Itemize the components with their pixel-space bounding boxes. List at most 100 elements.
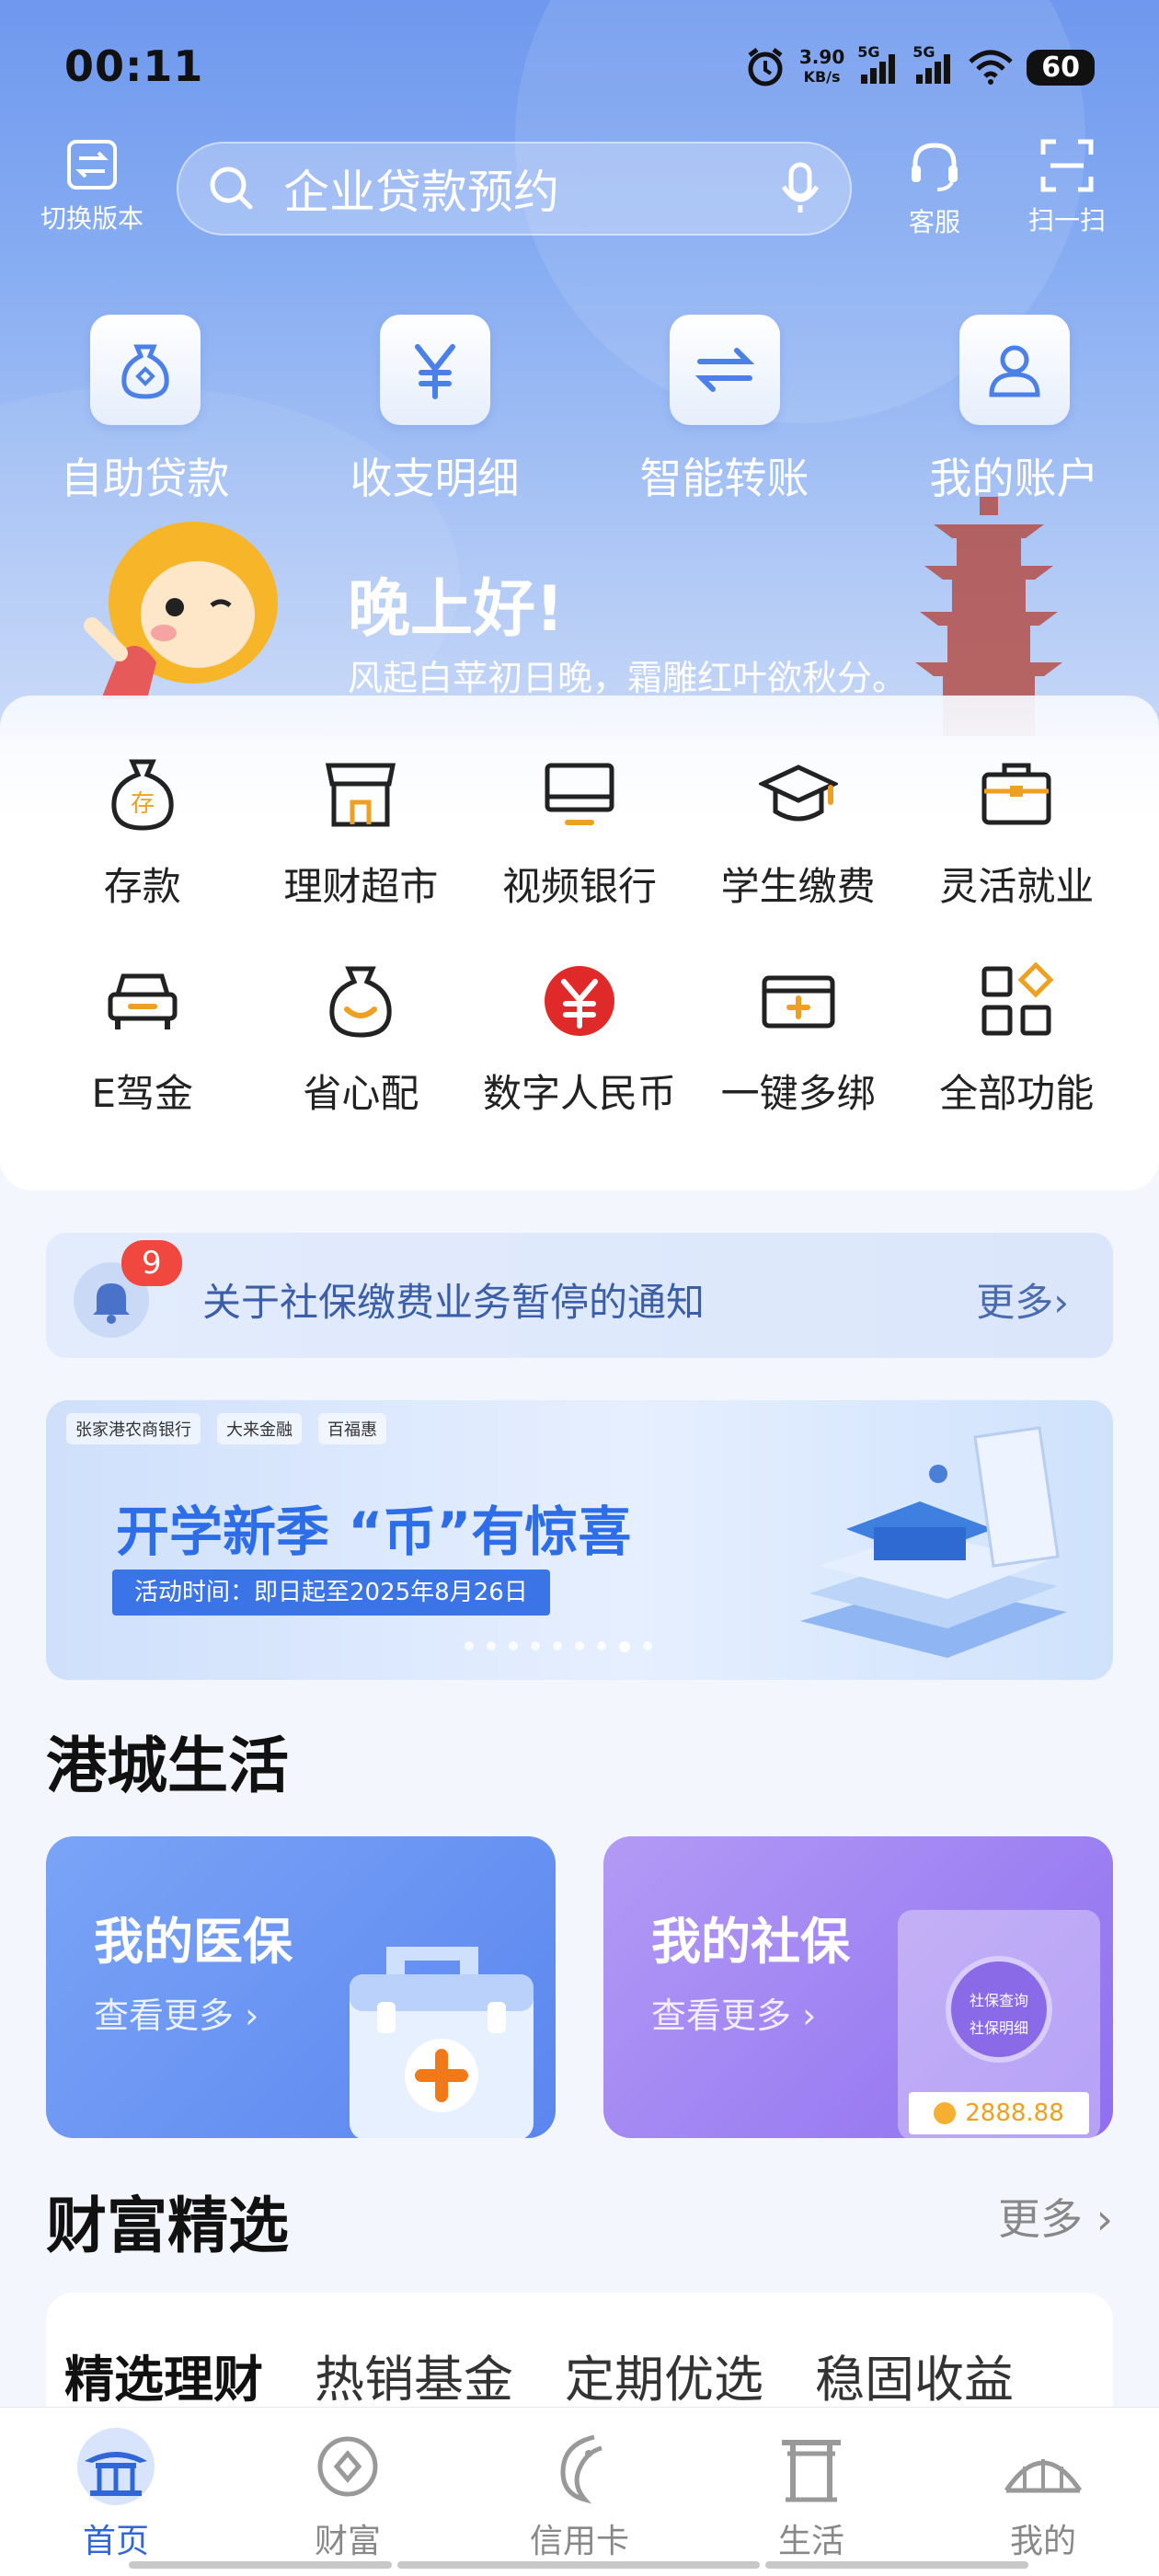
quick-action-self-loan[interactable]: 自助贷款: [0, 315, 290, 508]
tab-hot-funds[interactable]: 热销基金: [315, 2339, 513, 2411]
money-bag-icon: [120, 344, 169, 399]
mascot-illustration: [84, 522, 278, 699]
function-video-bank[interactable]: 视频银行: [470, 754, 689, 912]
microphone-icon[interactable]: [778, 161, 822, 216]
banner-headline: 开学新季 “币”有惊喜: [116, 1501, 632, 1563]
quick-action-label: 自助贷款: [60, 454, 230, 503]
function-label: 省心配: [303, 1071, 419, 1116]
function-all[interactable]: 全部功能: [907, 961, 1126, 1119]
wealth-section-title: 财富精选: [46, 2191, 289, 2261]
notice-more-link[interactable]: 更多›: [976, 1271, 1069, 1328]
social-insurance-illustration: 社保查询 社保明细 2888.88: [898, 1910, 1100, 2138]
tab-stable-income[interactable]: 稳固收益: [815, 2339, 1014, 2411]
card-title: 我的医保: [94, 1913, 293, 1971]
notice-bar[interactable]: 9 关于社保缴费业务暂停的通知 更多›: [46, 1233, 1113, 1358]
quick-action-tile: [958, 315, 1070, 425]
carousel-dot: [597, 1641, 606, 1650]
graduation-cap-icon: [758, 765, 838, 822]
quick-action-statement[interactable]: 收支明细: [290, 315, 580, 508]
switch-version-button[interactable]: 切换版本: [28, 138, 156, 236]
top-bar: 切换版本 企业贷款预约 客服 扫一扫: [0, 138, 1159, 248]
user-icon: [988, 345, 1040, 397]
life-section-title: 港城生活: [46, 1731, 289, 1801]
search-icon: [210, 167, 253, 210]
home-pavilion-icon: [77, 2428, 155, 2505]
nav-life[interactable]: 生活: [695, 2408, 927, 2576]
amount-value: 2888.88: [965, 2099, 1064, 2127]
card-subtitle: 查看更多 ›: [94, 1995, 259, 2036]
carousel-dot: [619, 1641, 630, 1652]
brand-logo-text: 大来金融: [217, 1413, 302, 1444]
net-type-2: 5G: [912, 43, 935, 61]
wifi-icon: [969, 50, 1013, 85]
function-label: 一键多绑: [720, 1071, 876, 1116]
bell-icon: [93, 1283, 130, 1324]
notice-count-badge: 9: [121, 1240, 182, 1286]
carousel-dot: [553, 1641, 562, 1650]
credit-card-fish-icon: [560, 2434, 602, 2504]
promo-banner[interactable]: 张家港农商银行 大来金融 百福惠 开学新季 “币”有惊喜 活动时间：即日起至20…: [46, 1400, 1113, 1680]
carousel-dot: [465, 1641, 474, 1650]
card-plus-icon: [762, 975, 835, 1029]
deposit-bag-icon: 存: [111, 759, 174, 831]
signal-1: 5G: [857, 43, 900, 86]
nav-credit-card[interactable]: 信用卡: [464, 2408, 695, 2576]
car-icon: [108, 973, 178, 1029]
function-deposit[interactable]: 存 存款: [33, 754, 252, 912]
status-icons: 3.90 KB/s 5G 5G 60: [744, 43, 1095, 88]
smile-bag-icon: [329, 966, 392, 1038]
scan-label: 扫一扫: [1027, 205, 1106, 236]
brand-logo-text: 张家港农商银行: [66, 1413, 201, 1444]
speed-value: 3.90: [798, 46, 845, 68]
signal-2: 5G: [912, 43, 955, 86]
greeting-poem: 风起白苹初日晚，霜雕红叶欲秋分。: [348, 658, 908, 698]
function-label: 视频银行: [501, 864, 657, 909]
function-label: 全部功能: [939, 1071, 1095, 1116]
function-digital-rmb[interactable]: 数字人民币: [470, 961, 689, 1119]
stamp-text-query: 社保查询: [969, 1992, 1028, 2009]
status-bar: 00:11 3.90 KB/s 5G 5G 60: [0, 0, 1159, 138]
quick-actions: 自助贷款 收支明细 智能转账 我的账户: [0, 315, 1159, 508]
function-label: 理财超市: [283, 864, 439, 909]
yuan-icon: [414, 344, 455, 399]
customer-service-button[interactable]: 客服: [870, 138, 999, 239]
greeting-title: 晚上好!: [348, 573, 565, 646]
scan-button[interactable]: 扫一扫: [1003, 138, 1131, 237]
function-label: 数字人民币: [482, 1071, 676, 1116]
function-label: 学生缴费: [720, 864, 876, 909]
quick-action-transfer[interactable]: 智能转账: [580, 315, 869, 508]
tab-featured[interactable]: 精选理财: [64, 2339, 263, 2411]
speed-unit: KB/s: [803, 68, 841, 86]
nav-home[interactable]: 首页: [0, 2408, 232, 2576]
nav-mine[interactable]: 我的: [927, 2408, 1159, 2576]
function-label: 灵活就业: [939, 864, 1095, 909]
function-student-fee[interactable]: 学生缴费: [689, 754, 908, 912]
function-easy-match[interactable]: 省心配: [252, 961, 471, 1119]
grid-icon: [981, 961, 1054, 1036]
notice-text: 关于社保缴费业务暂停的通知: [202, 1280, 706, 1325]
switch-version-label: 切换版本: [40, 203, 143, 234]
social-insurance-card[interactable]: 我的社保 查看更多 › 社保查询 社保明细 2888.88: [603, 1836, 1113, 2138]
switch-icon: [67, 140, 117, 190]
wealth-tabs: 精选理财 热销基金 定期优选 稳固收益: [64, 2339, 1014, 2411]
stamp-text-detail: 社保明细: [969, 2019, 1028, 2037]
wealth-more-link[interactable]: 更多 ›: [998, 2186, 1113, 2247]
quick-action-my-account[interactable]: 我的账户: [869, 315, 1159, 508]
function-one-key-bind[interactable]: 一键多绑: [689, 961, 908, 1119]
tab-fixed-term[interactable]: 定期优选: [565, 2339, 763, 2411]
function-grid: 存 存款 理财超市 视频银行 学生缴费 灵活就业 E驾金 省心配 数字人民币 一…: [33, 754, 1126, 1119]
function-flexible-employment[interactable]: 灵活就业: [907, 754, 1126, 912]
card-subtitle: 查看更多 ›: [651, 1995, 817, 2036]
function-label: 存款: [103, 864, 181, 909]
amount-tag: 2888.88: [909, 2092, 1089, 2134]
nav-label: 我的: [1009, 2523, 1076, 2560]
nav-label: 首页: [82, 2523, 149, 2560]
nav-wealth[interactable]: 财富: [232, 2408, 464, 2576]
medical-insurance-card[interactable]: 我的医保 查看更多 ›: [46, 1836, 556, 2138]
card-title: 我的社保: [651, 1913, 850, 1971]
store-icon: [326, 763, 396, 827]
function-e-drive-loan[interactable]: E驾金: [33, 961, 252, 1119]
function-wealth-market[interactable]: 理财超市: [252, 754, 471, 912]
svg-text:存: 存: [131, 790, 155, 818]
search-bar[interactable]: 企业贷款预约: [177, 142, 852, 236]
